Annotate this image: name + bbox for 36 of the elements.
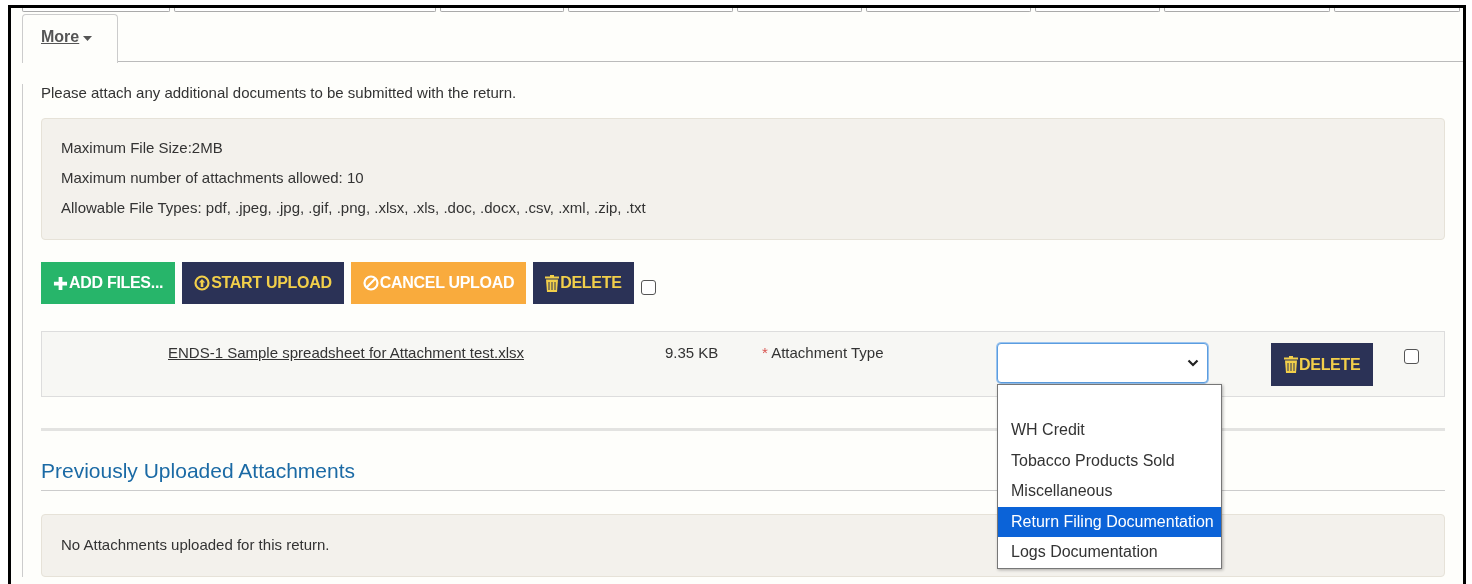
upload-icon	[194, 275, 211, 291]
trash-icon	[1284, 356, 1298, 373]
attachment-type-select[interactable]	[997, 343, 1208, 383]
dropdown-option[interactable]: Return Filing Documentation	[998, 506, 1221, 537]
tab-edge[interactable]	[568, 8, 733, 12]
limit-text: Allowable File Types: pdf, .jpeg, .jpg, .gif, .png, .xlsx, .xls, .doc, .docx, .csv, .xml, .zip, .txt	[61, 199, 647, 217]
tab-edge[interactable]	[866, 8, 1031, 12]
delete-button[interactable]: DELETE	[533, 262, 634, 304]
required-mark: *	[762, 344, 768, 361]
dropdown-option[interactable]: Logs Documentation	[998, 537, 1221, 568]
checkbox[interactable]	[640, 279, 656, 295]
ban-icon	[362, 275, 379, 291]
more-tab[interactable]: More	[22, 14, 118, 63]
file-size: 9.35 KB	[665, 344, 720, 361]
file-link[interactable]: ENDS-1 Sample spreadsheet for Attachment test.xlsx	[168, 344, 665, 361]
plus-icon	[53, 275, 68, 291]
field-label: * Attachment Type	[762, 344, 885, 361]
checkbox[interactable]	[1404, 349, 1419, 364]
dropdown-option[interactable]: Miscellaneous	[998, 476, 1221, 507]
limit-text: Maximum File Size:2MB	[61, 139, 224, 157]
tab-edge[interactable]	[22, 8, 170, 12]
start-button[interactable]: START UPLOAD	[182, 262, 344, 304]
tab-edge[interactable]	[737, 8, 862, 12]
tab-edge[interactable]	[1035, 8, 1160, 12]
trash-icon	[545, 274, 560, 292]
caret-icon	[83, 36, 93, 41]
dropdown-option[interactable]: Tobacco Products Sold	[998, 445, 1221, 476]
limit-text: Maximum number of attachments allowed: 10	[61, 169, 365, 187]
tab-edge[interactable]	[1334, 8, 1460, 12]
chevron-down-icon	[1187, 359, 1199, 367]
tab-edge[interactable]	[1164, 8, 1330, 12]
instruction-text: Please attach any additional documents to be submitted with the return.	[41, 84, 518, 102]
dropdown-option[interactable]: WH Credit	[998, 415, 1221, 446]
delete-button[interactable]: DELETE	[1271, 343, 1374, 386]
tab-edge[interactable]	[174, 8, 436, 12]
tab-edge[interactable]	[440, 8, 564, 12]
